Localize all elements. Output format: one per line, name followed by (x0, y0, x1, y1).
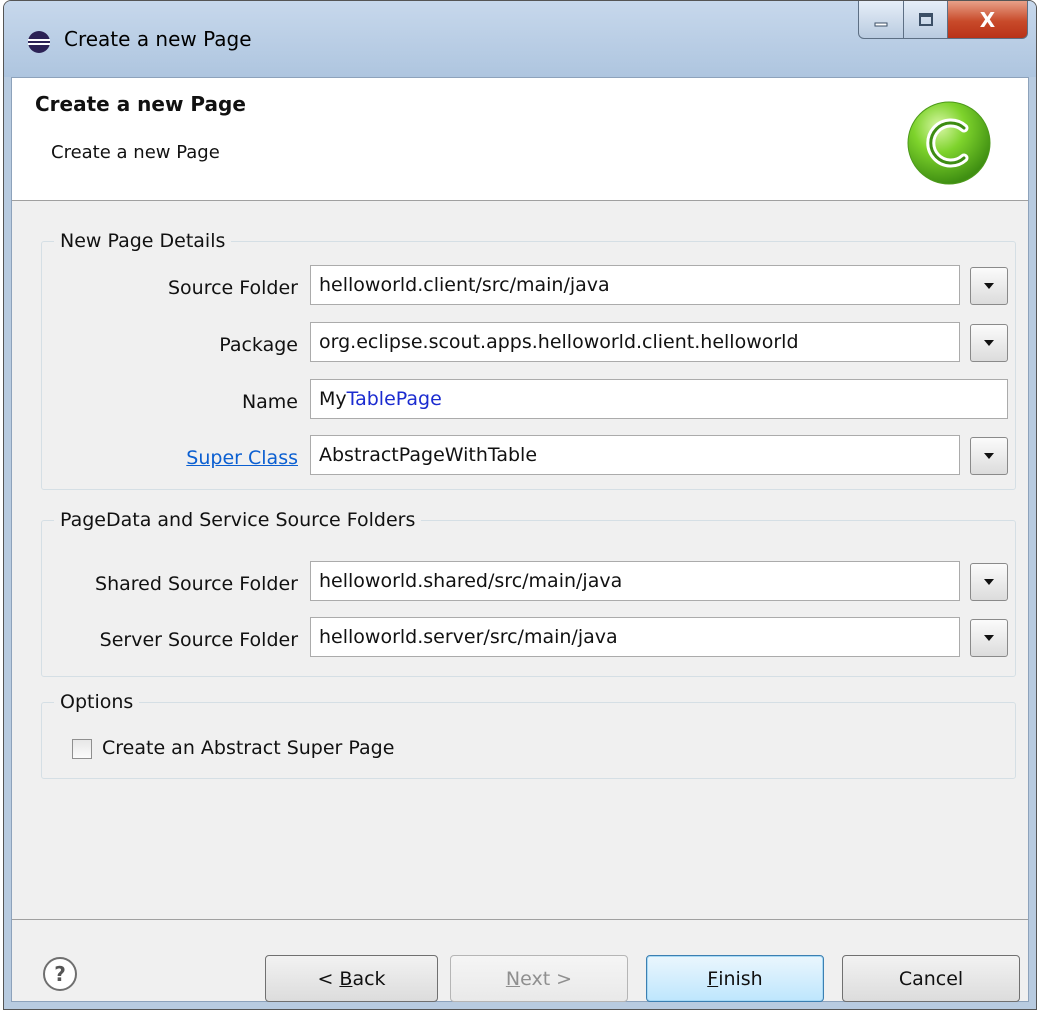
close-button[interactable]: X (948, 1, 1028, 39)
next-label-mnemonic: N (505, 967, 521, 990)
shared-source-folder-dropdown[interactable] (970, 563, 1008, 601)
package-label: Package (219, 334, 298, 356)
chevron-down-icon (984, 340, 994, 346)
eclipse-icon (28, 31, 50, 53)
shared-source-folder-field[interactable] (310, 561, 960, 601)
finish-label-rest: inish (718, 967, 763, 990)
name-value-suffix: TablePage (346, 388, 442, 410)
name-label: Name (241, 391, 298, 413)
chevron-down-icon (984, 283, 994, 289)
chevron-down-icon (984, 453, 994, 459)
footer-separator (12, 919, 1028, 920)
super-class-link[interactable]: Super Class (186, 447, 298, 469)
cancel-button[interactable]: Cancel (842, 955, 1020, 1002)
title-bar[interactable]: Create a new Page X (4, 1, 1036, 77)
group-legend: New Page Details (60, 230, 226, 252)
minimize-button[interactable] (858, 1, 904, 39)
group-legend: Options (60, 691, 134, 713)
package-dropdown[interactable] (970, 324, 1008, 362)
chevron-down-icon (984, 635, 994, 641)
next-label-rest: ext > (520, 967, 573, 990)
wizard-body: New Page Details Source Folder Package N… (12, 201, 1028, 1002)
window-controls: X (858, 1, 1028, 39)
finish-button[interactable]: Finish (646, 955, 824, 1002)
abstract-super-page-checkbox[interactable] (72, 739, 92, 759)
name-field[interactable]: My TablePage (310, 379, 1008, 419)
back-label-prefix: < (317, 967, 340, 990)
help-icon[interactable]: ? (42, 956, 78, 992)
server-source-folder-dropdown[interactable] (970, 619, 1008, 657)
wizard-content: Create a new Page Create a new Page New (11, 77, 1029, 1002)
next-button[interactable]: Next > (450, 955, 628, 1002)
options-group: Options (41, 691, 1016, 779)
back-label-rest: ack (352, 967, 386, 990)
chevron-down-icon (984, 579, 994, 585)
cancel-label: Cancel (898, 967, 964, 990)
page-description: Create a new Page (51, 142, 220, 163)
finish-label-mnemonic: F (707, 967, 719, 990)
package-field[interactable] (310, 322, 960, 362)
page-title: Create a new Page (35, 92, 246, 116)
window-title: Create a new Page (64, 27, 252, 51)
minimize-icon (874, 22, 888, 26)
group-legend: PageData and Service Source Folders (60, 509, 416, 531)
wizard-window: Create a new Page X Create a new Page Cr… (3, 0, 1037, 1010)
source-folder-label: Source Folder (167, 277, 298, 299)
maximize-icon (918, 12, 933, 26)
maximize-button[interactable] (904, 1, 948, 39)
scout-c-logo-icon (907, 101, 991, 185)
abstract-super-page-label: Create an Abstract Super Page (102, 737, 395, 759)
server-source-folder-label: Server Source Folder (99, 629, 298, 651)
wizard-header: Create a new Page Create a new Page (12, 78, 1028, 201)
server-source-folder-field[interactable] (310, 617, 960, 657)
help-glyph: ? (54, 962, 66, 986)
name-value-prefix: My (319, 388, 347, 410)
close-icon: X (979, 7, 996, 32)
source-folder-field[interactable] (310, 265, 960, 305)
source-folder-dropdown[interactable] (970, 267, 1008, 305)
back-label-mnemonic: B (339, 967, 353, 990)
shared-source-folder-label: Shared Source Folder (95, 573, 298, 595)
super-class-field[interactable] (310, 435, 960, 475)
back-button[interactable]: < Back (265, 955, 438, 1002)
super-class-dropdown[interactable] (970, 437, 1008, 475)
